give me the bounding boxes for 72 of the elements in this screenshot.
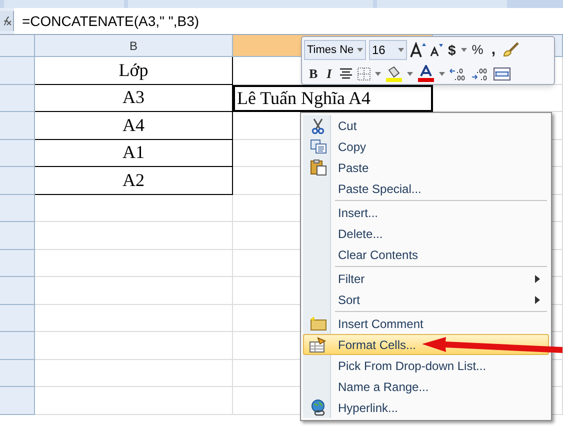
menu-item[interactable]: Cut bbox=[303, 115, 549, 136]
table-cell[interactable] bbox=[0, 112, 35, 140]
menu-item[interactable]: Clear Contents bbox=[303, 244, 549, 265]
table-cell[interactable] bbox=[35, 304, 233, 332]
table-cell[interactable] bbox=[35, 277, 233, 304]
table-cell[interactable] bbox=[0, 194, 35, 222]
format-cells-icon bbox=[309, 336, 327, 352]
table-cell[interactable]: A2 bbox=[35, 167, 233, 194]
table-cell[interactable] bbox=[0, 277, 35, 304]
formula-field[interactable]: =CONCATENATE(A3," ",B3) bbox=[14, 8, 563, 34]
fill-bucket-icon[interactable] bbox=[384, 66, 403, 82]
table-cell[interactable] bbox=[0, 167, 35, 194]
column-header[interactable]: B bbox=[35, 35, 233, 56]
menu-item[interactable]: Delete... bbox=[303, 223, 549, 244]
table-cell[interactable] bbox=[35, 360, 233, 387]
shrink-font-icon[interactable] bbox=[429, 43, 443, 57]
menu-item[interactable]: Filter bbox=[303, 268, 549, 289]
table-cell[interactable] bbox=[0, 304, 35, 332]
table-cell[interactable]: Lớp bbox=[35, 57, 233, 84]
function-icon[interactable] bbox=[0, 11, 14, 31]
table-cell[interactable] bbox=[0, 222, 35, 250]
font-dropdown[interactable]: Times Ne bbox=[304, 40, 366, 60]
table-cell[interactable] bbox=[0, 387, 35, 414]
caret-icon[interactable] bbox=[460, 48, 467, 52]
increase-decimal-icon[interactable] bbox=[448, 66, 467, 81]
clipboard-icon bbox=[310, 159, 326, 176]
menu-item[interactable]: Name a Range... bbox=[303, 376, 549, 397]
menu-item[interactable]: Hyperlink... bbox=[303, 397, 549, 418]
menu-item[interactable]: Sort bbox=[303, 289, 549, 310]
table-cell[interactable] bbox=[35, 387, 233, 414]
table-cell[interactable]: Lê Tuấn Nghĩa A4 bbox=[233, 84, 433, 112]
grow-font-icon[interactable] bbox=[410, 42, 426, 58]
table-cell[interactable] bbox=[35, 194, 233, 222]
caret-icon[interactable] bbox=[438, 72, 445, 76]
borders-icon[interactable] bbox=[356, 66, 371, 81]
table-cell[interactable] bbox=[35, 250, 233, 277]
menu-item[interactable]: Copy bbox=[303, 136, 549, 157]
paintbrush-icon[interactable] bbox=[502, 42, 520, 58]
copy-icon bbox=[310, 139, 326, 154]
globe-link-icon bbox=[310, 399, 326, 416]
table-cell[interactable] bbox=[0, 360, 35, 387]
table-cell[interactable] bbox=[35, 222, 233, 250]
table-cell[interactable] bbox=[35, 332, 233, 360]
menu-item[interactable]: Paste bbox=[303, 157, 549, 178]
decrease-decimal-icon[interactable] bbox=[470, 66, 489, 81]
currency-button[interactable]: $ bbox=[446, 40, 458, 60]
merge-cells-icon[interactable] bbox=[492, 66, 511, 81]
italic-button[interactable]: I bbox=[324, 64, 335, 84]
font-color-icon[interactable] bbox=[416, 65, 435, 82]
menu-item[interactable]: Insert Comment bbox=[303, 313, 549, 334]
comma-button[interactable]: , bbox=[488, 38, 499, 62]
scissors-icon bbox=[311, 118, 325, 134]
caret-icon[interactable] bbox=[357, 48, 363, 52]
size-dropdown[interactable]: 16 bbox=[369, 40, 407, 60]
table-cell[interactable]: A3 bbox=[35, 84, 233, 112]
caret-icon[interactable] bbox=[406, 72, 413, 76]
table-cell[interactable] bbox=[0, 84, 35, 112]
table-cell[interactable] bbox=[0, 250, 35, 277]
menu-item[interactable]: Pick From Drop-down List... bbox=[303, 355, 549, 376]
table-cell[interactable] bbox=[0, 140, 35, 167]
table-cell[interactable]: A4 bbox=[35, 112, 233, 140]
menu-item[interactable]: Insert... bbox=[303, 202, 549, 223]
align-center-icon[interactable] bbox=[338, 68, 353, 80]
table-cell[interactable] bbox=[0, 332, 35, 360]
menu-item[interactable]: Paste Special... bbox=[303, 178, 549, 199]
caret-icon[interactable] bbox=[398, 48, 404, 52]
note-icon bbox=[310, 316, 326, 331]
caret-icon[interactable] bbox=[374, 72, 381, 76]
table-cell[interactable] bbox=[0, 57, 35, 84]
percent-button[interactable]: % bbox=[470, 40, 486, 60]
bold-button[interactable]: B bbox=[307, 64, 320, 84]
table-cell[interactable]: A1 bbox=[35, 140, 233, 167]
